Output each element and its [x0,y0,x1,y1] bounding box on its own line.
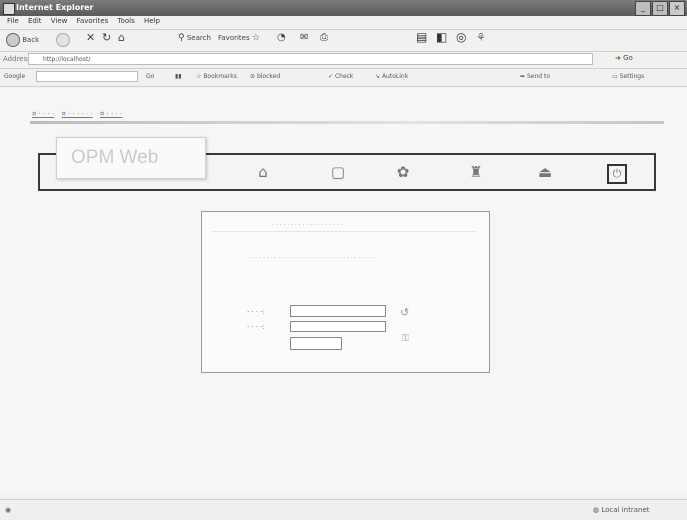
back-label: Back [22,36,40,44]
google-button[interactable]: Google [4,73,25,80]
forward-button[interactable] [56,33,70,47]
login-panel-title: · · · · · · · · · · · · · · · · · · · [272,222,343,229]
menu-help[interactable]: Help [144,17,160,25]
search-button[interactable]: ⚲ Search [178,33,211,43]
home-icon[interactable]: ⌂ [118,31,125,44]
search-icon: ⚲ [178,33,185,43]
check-label: Check [334,73,354,80]
window-title: Internet Explorer [16,3,94,12]
standard-toolbar: Back ✕ ↻ ⌂ ⚲ Search Favorites ☆ ◔ ✉ ⎙ ▤ … [0,30,687,50]
check-button[interactable]: ✓ Check [328,73,353,80]
go-arrow-icon: ➜ [615,54,621,62]
bookmark-star-icon: ☆ [196,73,202,80]
menu-bar: File Edit View Favorites Tools Help [0,17,687,29]
nav-document-icon[interactable]: ▢ [328,162,348,182]
browser-window: Internet Explorer _ □ × File Edit View F… [0,0,687,520]
autolink-button[interactable]: ↘ AutoLink [375,73,408,80]
check-icon: ✓ [328,73,334,80]
login-panel: · · · · · · · · · · · · · · · · · · · · … [201,211,490,373]
history-icon[interactable]: ◔ [277,32,286,43]
messenger-icon[interactable]: ◎ [456,30,466,44]
header-rule [30,121,664,124]
settings-button[interactable]: ▭ Settings [612,73,644,80]
print-icon[interactable]: ⎙ [320,32,328,43]
security-zone-label: Local intranet [601,506,650,514]
send-to-label: Send to [526,73,550,80]
breadcrumb: ¤ · · · · ¤ · · · · · · ¤ · · · · [32,110,127,118]
blocked-label: blocked [256,73,281,80]
forward-arrow-icon [56,33,70,47]
refresh-icon[interactable]: ↻ [102,31,111,44]
site-logo-text: OPM Web [71,147,159,168]
popup-blocked-button[interactable]: ⊘ blocked [250,73,280,80]
back-button[interactable]: Back [6,33,39,47]
stop-icon[interactable]: ✕ [86,31,95,44]
autolink-label: AutoLink [381,73,409,80]
title-bar: Internet Explorer _ □ × [0,0,687,16]
login-instructions: · · · · · · · · · · · · · · · · · · · · … [244,255,376,262]
research-icon[interactable]: ⚘ [476,31,486,44]
page-content: ¤ · · · · ¤ · · · · · · ¤ · · · · OPM We… [0,88,687,493]
edit-icon[interactable]: ▤ [416,30,427,44]
maximize-button[interactable]: □ [652,1,668,16]
nav-mail-icon[interactable]: ⏏ [535,162,555,182]
reset-icon[interactable]: ↺ [400,306,409,319]
username-input[interactable] [290,305,386,317]
breadcrumb-link[interactable]: ¤ · · · · · · [62,110,93,118]
minimize-button[interactable]: _ [635,1,651,16]
breadcrumb-link[interactable]: ¤ · · · · [100,110,122,118]
site-logo[interactable]: OPM Web [56,137,206,179]
menu-view[interactable]: View [51,17,68,25]
send-icon: ➥ [520,73,526,80]
menu-edit[interactable]: Edit [28,17,42,25]
address-input[interactable]: http://localhost/ [28,53,593,65]
bookmarks-label: Bookmarks [203,73,237,80]
send-to-button[interactable]: ➥ Send to [520,73,550,80]
page-rank-icon: ▮▮ [175,73,182,80]
window-controls: _ □ × [635,1,685,16]
menu-file[interactable]: File [7,17,19,25]
google-toolbar: Google Go ▮▮ ☆ Bookmarks ⊘ blocked ✓ Che… [0,69,687,84]
key-icon[interactable]: ⚿ [402,334,409,344]
back-arrow-icon [6,33,20,47]
settings-icon: ▭ [612,73,618,80]
blocked-icon: ⊘ [250,73,256,80]
divider [0,86,687,87]
address-label: Address [3,55,31,63]
autolink-icon: ↘ [375,73,381,80]
nav-user-icon[interactable]: ♜ [466,162,486,182]
page-status-icon: ◉ [5,506,12,514]
go-label: Go [623,54,633,62]
login-submit-button[interactable] [290,337,342,350]
favorites-button[interactable]: Favorites ☆ [218,33,260,43]
search-label: Search [186,34,211,42]
google-search-input[interactable] [36,71,138,82]
status-bar: ◉ ◍ Local intranet [0,499,687,520]
menu-favorites[interactable]: Favorites [77,17,109,25]
security-zone: ◍ Local intranet [593,506,650,514]
password-input[interactable] [290,321,386,332]
mail-icon[interactable]: ✉ [300,32,308,43]
ie-logo-icon [3,3,15,15]
nav-power-icon[interactable]: ⏻ [607,164,627,184]
breadcrumb-link[interactable]: ¤ · · · · [32,110,54,118]
address-bar: Address http://localhost/ ➜ Go [0,52,687,67]
globe-icon: ◍ [593,506,600,514]
discuss-icon[interactable]: ◧ [436,30,447,44]
username-label: · · · ·: [247,308,265,316]
star-icon: ☆ [251,33,260,43]
nav-settings-icon[interactable]: ✿ [393,162,413,182]
divider [212,231,477,232]
nav-home-icon[interactable]: ⌂ [253,162,273,182]
go-button[interactable]: ➜ Go [615,54,633,62]
menu-tools[interactable]: Tools [117,17,134,25]
google-search-go[interactable]: Go [146,73,154,80]
favorites-label: Favorites [218,34,250,42]
url-text: http://localhost/ [43,56,91,63]
settings-label: Settings [619,73,645,80]
password-label: · · · ·: [247,323,265,331]
close-button[interactable]: × [669,1,685,16]
bookmarks-button[interactable]: ☆ Bookmarks [196,73,237,80]
